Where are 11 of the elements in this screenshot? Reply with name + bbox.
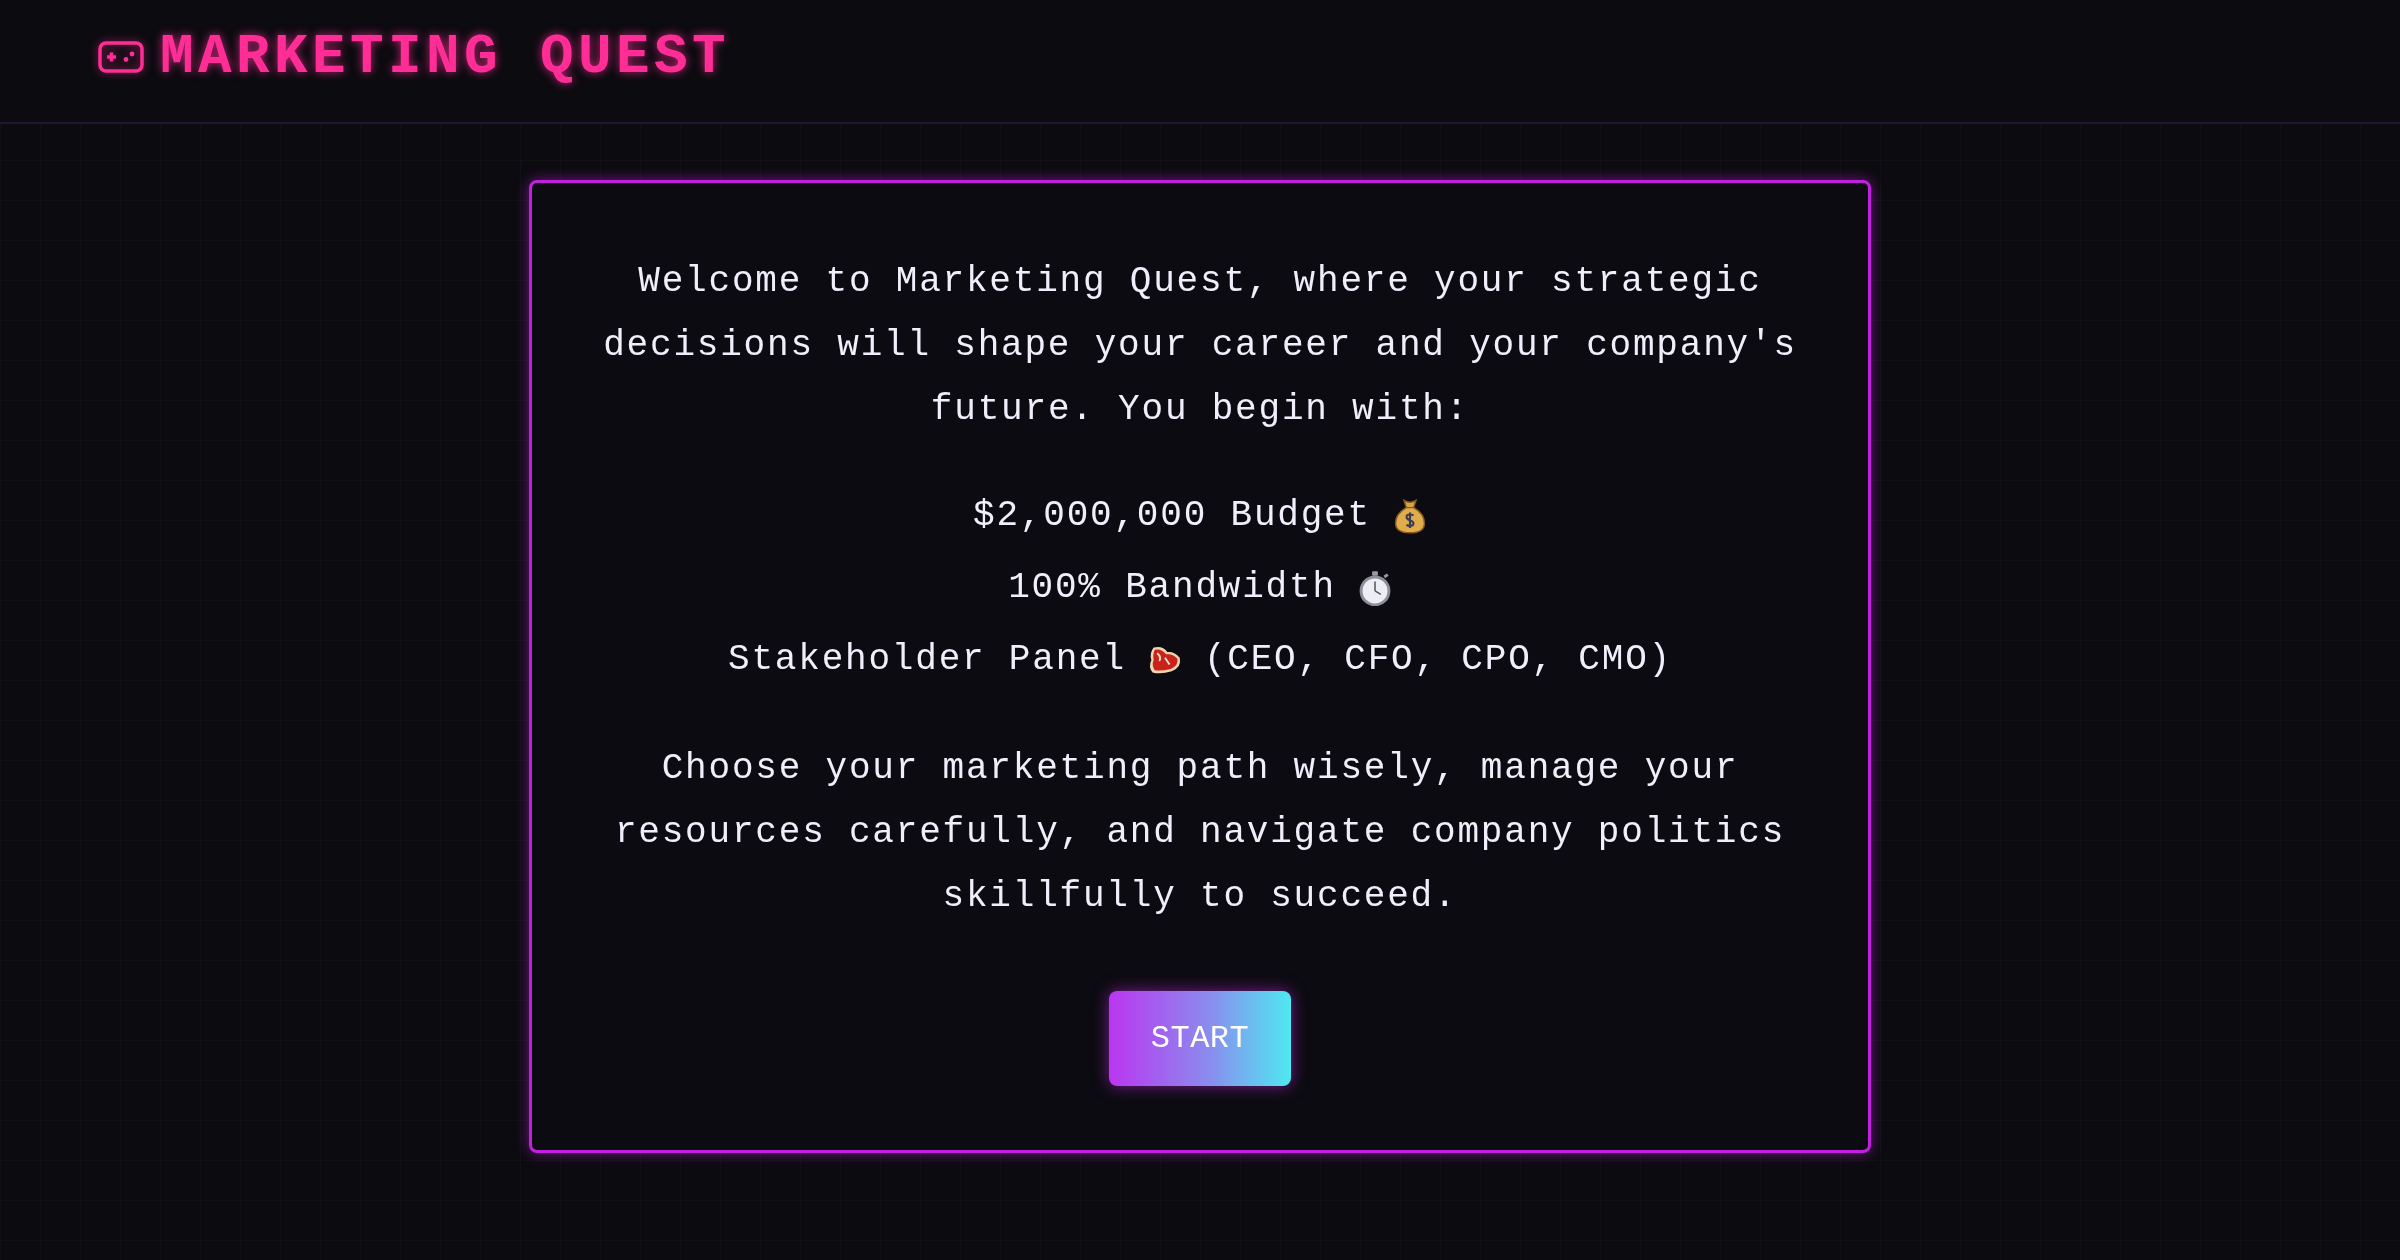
resource-label: Stakeholder Panel: [728, 638, 1126, 682]
resource-label: $2,000,000 Budget: [973, 494, 1371, 538]
closing-text: Choose your marketing path wisely, manage your resources carefully, and navigate company politics skillfully to succeed.: [613, 747, 1787, 919]
game-controller-icon: [98, 41, 144, 73]
money-bag-icon: [1392, 498, 1427, 534]
stopwatch-icon: [1357, 570, 1392, 606]
app-title: MARKETING QUEST: [160, 29, 731, 85]
intro-text: Welcome to Marketing Quest, where your strategic decisions will shape your career and your company's future. You begin with:: [602, 260, 1798, 432]
start-button[interactable]: START: [1109, 991, 1291, 1086]
resource-label: 100% Bandwidth: [1008, 566, 1336, 610]
resource-detail: (CEO, CFO, CPO, CMO): [1203, 638, 1672, 682]
